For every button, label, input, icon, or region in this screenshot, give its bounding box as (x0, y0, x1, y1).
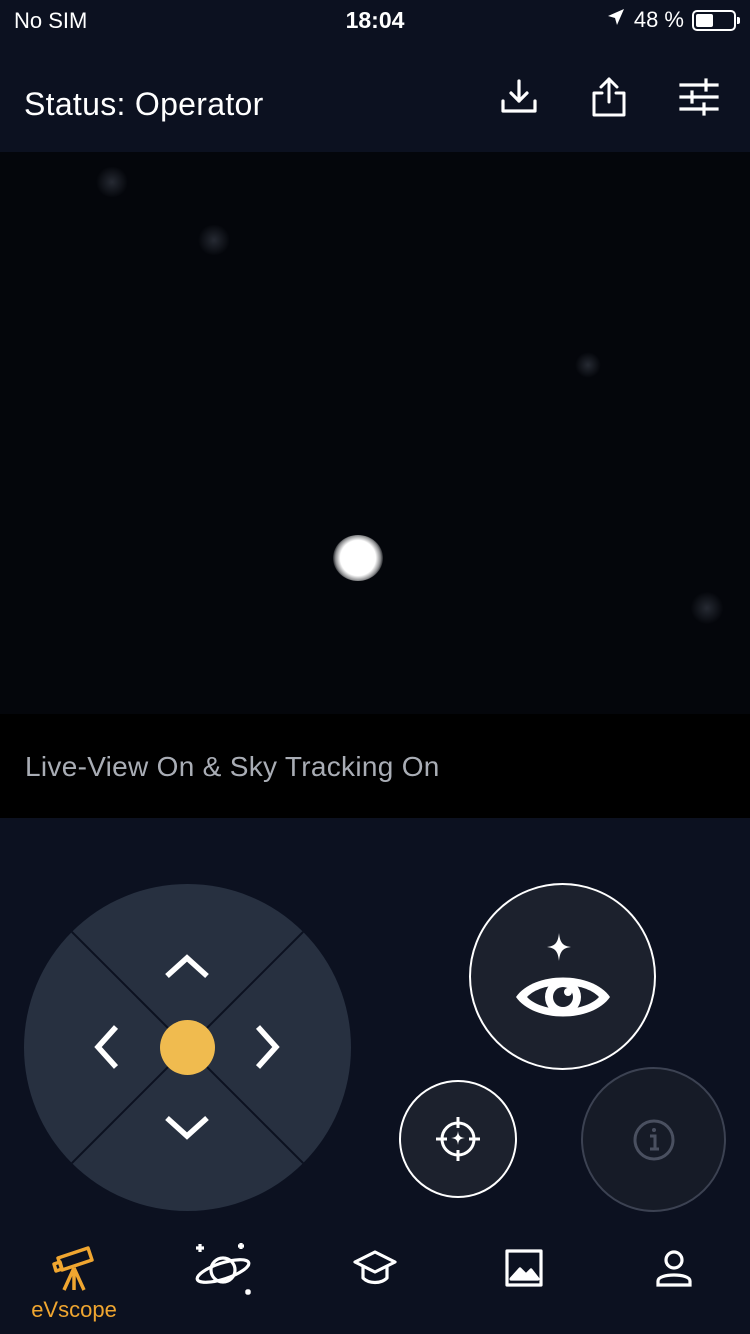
move-left-button[interactable] (70, 1012, 140, 1082)
status-right: 48 % (606, 7, 740, 33)
direction-pad[interactable] (24, 884, 351, 1211)
faint-star (95, 167, 129, 197)
share-icon (592, 77, 626, 117)
download-icon (501, 79, 537, 113)
settings-sliders-icon (679, 78, 719, 116)
battery-percent: 48 % (633, 7, 684, 32)
faint-star (690, 592, 724, 624)
live-view-eye-icon (515, 932, 610, 1016)
image-icon (505, 1249, 543, 1287)
crosshair-target-icon (436, 1117, 480, 1161)
battery-icon (692, 9, 740, 31)
graduation-cap-icon (353, 1250, 397, 1285)
bright-star (333, 535, 383, 581)
move-right-button[interactable] (234, 1012, 304, 1082)
status-bar: No SIM 18:04 48 % (0, 0, 750, 42)
info-button[interactable] (581, 1067, 726, 1212)
live-view-image[interactable] (0, 152, 750, 714)
app-header: Status: Operator (0, 42, 750, 152)
bottom-tab-bar: eVscope (0, 1224, 750, 1334)
page-title: Status: Operator (24, 86, 264, 122)
settings-button[interactable] (678, 76, 720, 118)
chevron-up-icon (165, 954, 209, 979)
header-actions (498, 76, 720, 118)
faint-star (575, 352, 601, 378)
location-arrow-icon (606, 7, 626, 33)
move-down-button[interactable] (152, 1094, 222, 1164)
chevron-down-icon (165, 1115, 209, 1140)
center-target-button[interactable] (399, 1080, 517, 1198)
telescope-icon (52, 1246, 94, 1291)
faint-star (197, 225, 231, 255)
tab-label: eVscope (31, 1297, 117, 1322)
chevron-right-icon (255, 1025, 280, 1069)
user-icon (656, 1250, 692, 1287)
tab-learn[interactable] (315, 1224, 435, 1334)
tracking-status-text: Live-View On & Sky Tracking On (25, 751, 440, 782)
move-up-button[interactable] (152, 930, 222, 1000)
tab-evscope[interactable]: eVscope (14, 1224, 134, 1334)
live-view-button[interactable] (469, 883, 656, 1070)
tab-gallery[interactable] (464, 1224, 584, 1334)
tab-catalog[interactable] (163, 1224, 283, 1334)
chevron-left-icon (94, 1025, 119, 1069)
dpad-center-button[interactable] (160, 1020, 215, 1075)
download-button[interactable] (498, 76, 540, 118)
info-icon (633, 1119, 674, 1160)
planet-icon (195, 1243, 252, 1296)
status-caption-bar: Live-View On & Sky Tracking On (0, 714, 750, 818)
tab-profile[interactable] (614, 1224, 734, 1334)
share-button[interactable] (588, 76, 630, 118)
